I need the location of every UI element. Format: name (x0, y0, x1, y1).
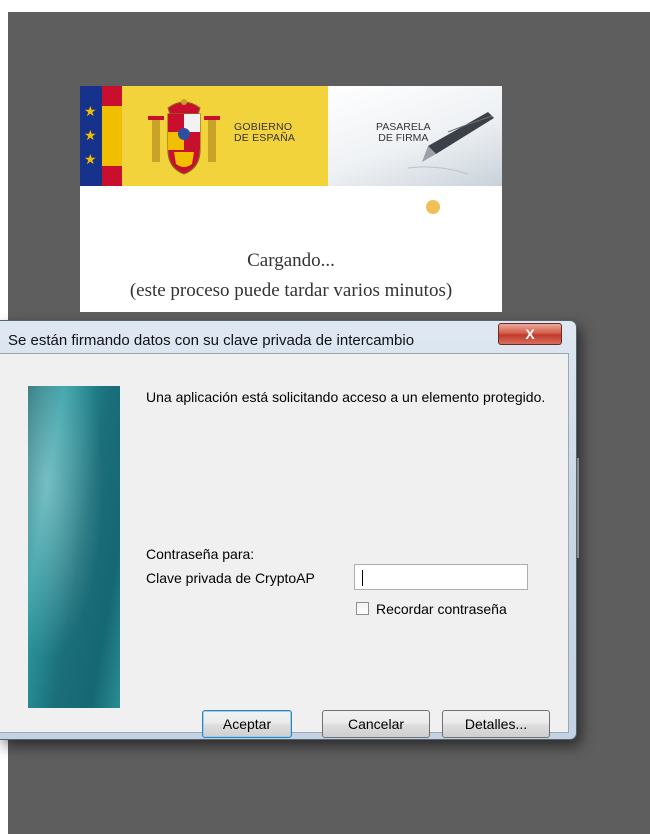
pasarela-loading-panel: ★ ★ ★ GOBIERNO DE ESPAÑA PASARELA DE FIR… (80, 86, 502, 312)
remember-password-checkbox[interactable] (356, 602, 369, 615)
password-input[interactable] (354, 564, 528, 590)
loading-spinner-dot (426, 200, 440, 214)
cancel-button[interactable]: Cancelar (322, 710, 430, 738)
eu-star-icon: ★ (84, 103, 97, 119)
text-caret (362, 570, 363, 586)
dialog-message: Una aplicación está solicitando acceso a… (146, 389, 546, 405)
side-graphic-glow (28, 386, 120, 708)
pasarela-line2: DE FIRMA (378, 132, 429, 144)
spain-flag-red-top (102, 86, 122, 106)
password-for-label: Contraseña para: (146, 546, 255, 562)
eu-star-icon: ★ (84, 127, 97, 143)
pasarela-logo: PASARELA DE FIRMA (328, 86, 502, 186)
dialog-content: Una aplicación está solicitando acceso a… (0, 353, 569, 738)
header-banner: ★ ★ ★ GOBIERNO DE ESPAÑA PASARELA DE FIR… (80, 86, 502, 186)
gobierno-text: GOBIERNO DE ESPAÑA (234, 122, 295, 144)
details-button[interactable]: Detalles... (442, 710, 550, 738)
gobierno-line2: DE ESPAÑA (234, 132, 296, 144)
eu-star-icon: ★ (84, 151, 97, 167)
loading-title: Cargando... (247, 250, 335, 271)
password-dialog: Se están firmando datos con su clave pri… (0, 320, 577, 740)
loading-subtitle: (este proceso puede tardar varios minuto… (129, 280, 453, 301)
key-name-label: Clave privada de CryptoAP (146, 570, 315, 586)
gobierno-logo: GOBIERNO DE ESPAÑA (122, 86, 328, 186)
spain-flag-red-bottom (102, 166, 122, 186)
remember-password-label[interactable]: Recordar contraseña (376, 601, 507, 617)
close-button[interactable]: X (498, 323, 562, 345)
coat-of-arms-icon (148, 99, 220, 175)
pen-icon (407, 112, 494, 175)
accept-button[interactable]: Aceptar (202, 710, 292, 738)
dialog-title: Se están firmando datos con su clave pri… (8, 332, 415, 349)
spain-flag-yellow (102, 106, 122, 166)
pasarela-text: PASARELA DE FIRMA (376, 122, 431, 144)
